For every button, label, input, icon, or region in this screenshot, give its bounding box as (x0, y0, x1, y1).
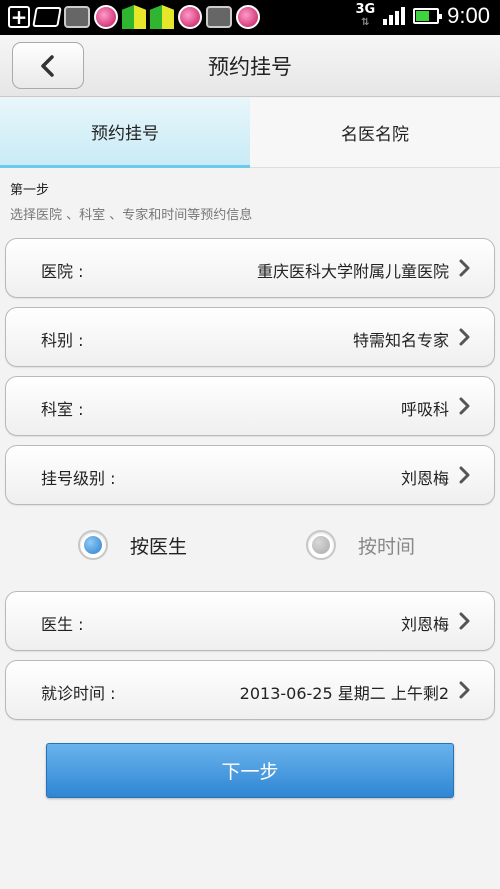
game-icon (64, 6, 90, 28)
tab-famous-doctors[interactable]: 名医名院 (250, 98, 500, 168)
music-icon (94, 5, 118, 29)
doctor-selector[interactable]: 医生 : 刘恩梅 (5, 591, 495, 651)
level-value: 刘恩梅 (400, 469, 449, 488)
step-description: 选择医院 、科室 、专家和时间等预约信息 (10, 208, 253, 223)
notification-icons: + (8, 5, 260, 29)
page-title: 预约挂号 (208, 55, 292, 79)
next-step-button[interactable]: 下一步 (46, 743, 454, 798)
chevron-right-icon (459, 681, 470, 699)
flag-icon (150, 5, 174, 29)
chevron-right-icon (459, 397, 470, 415)
music-icon (178, 5, 202, 29)
level-selector[interactable]: 挂号级别 : 刘恩梅 (5, 445, 495, 505)
department-selector[interactable]: 科室 : 呼吸科 (5, 376, 495, 436)
by-time-label: 按时间 (358, 535, 416, 558)
category-label: 科别 : (41, 331, 84, 350)
add-icon: + (8, 6, 30, 28)
network-indicator: 3G ⇅ (355, 3, 375, 29)
notes-icon (32, 7, 62, 27)
department-value: 呼吸科 (400, 400, 449, 419)
step-title: 第一步 (10, 183, 50, 198)
signal-icon (383, 7, 406, 25)
radio-unchecked-icon (306, 530, 336, 560)
clock: 9:00 (447, 3, 490, 28)
visit-time-selector[interactable]: 就诊时间 : 2013-06-25 星期二 上午剩2 (5, 660, 495, 720)
status-bar: + 3G ⇅ 9:00 (0, 0, 500, 35)
department-label: 科室 : (41, 400, 84, 419)
tab-bar: 预约挂号 名医名院 (0, 98, 500, 168)
chevron-right-icon (459, 259, 470, 277)
category-value: 特需知名专家 (352, 331, 449, 350)
music-icon (236, 5, 260, 29)
doctor-value: 刘恩梅 (400, 615, 449, 634)
category-selector[interactable]: 科别 : 特需知名专家 (5, 307, 495, 367)
by-doctor-label: 按医生 (130, 535, 188, 558)
visit-time-label: 就诊时间 : (41, 684, 116, 703)
visit-time-value: 2013-06-25 星期二 上午剩2 (239, 684, 449, 703)
network-type: 3G (355, 2, 376, 17)
radio-checked-icon (78, 530, 108, 560)
chevron-right-icon (459, 612, 470, 630)
doctor-label: 医生 : (41, 615, 84, 634)
hospital-label: 医院 : (41, 262, 84, 281)
title-bar: 预约挂号 (0, 35, 500, 97)
mode-radio-group: 按医生 按时间 (0, 530, 500, 570)
chevron-right-icon (459, 328, 470, 346)
chevron-right-icon (459, 466, 470, 484)
game-icon (206, 6, 232, 28)
flag-icon (122, 5, 146, 29)
by-doctor-radio[interactable]: 按医生 (78, 530, 187, 560)
hospital-value: 重庆医科大学附属儿童医院 (256, 262, 449, 281)
battery-icon (413, 8, 443, 24)
level-label: 挂号级别 : (41, 469, 116, 488)
hospital-selector[interactable]: 医院 : 重庆医科大学附属儿童医院 (5, 238, 495, 298)
by-time-radio[interactable]: 按时间 (306, 530, 415, 560)
tab-appointment[interactable]: 预约挂号 (0, 98, 250, 168)
data-arrows-icon: ⇅ (361, 17, 370, 28)
